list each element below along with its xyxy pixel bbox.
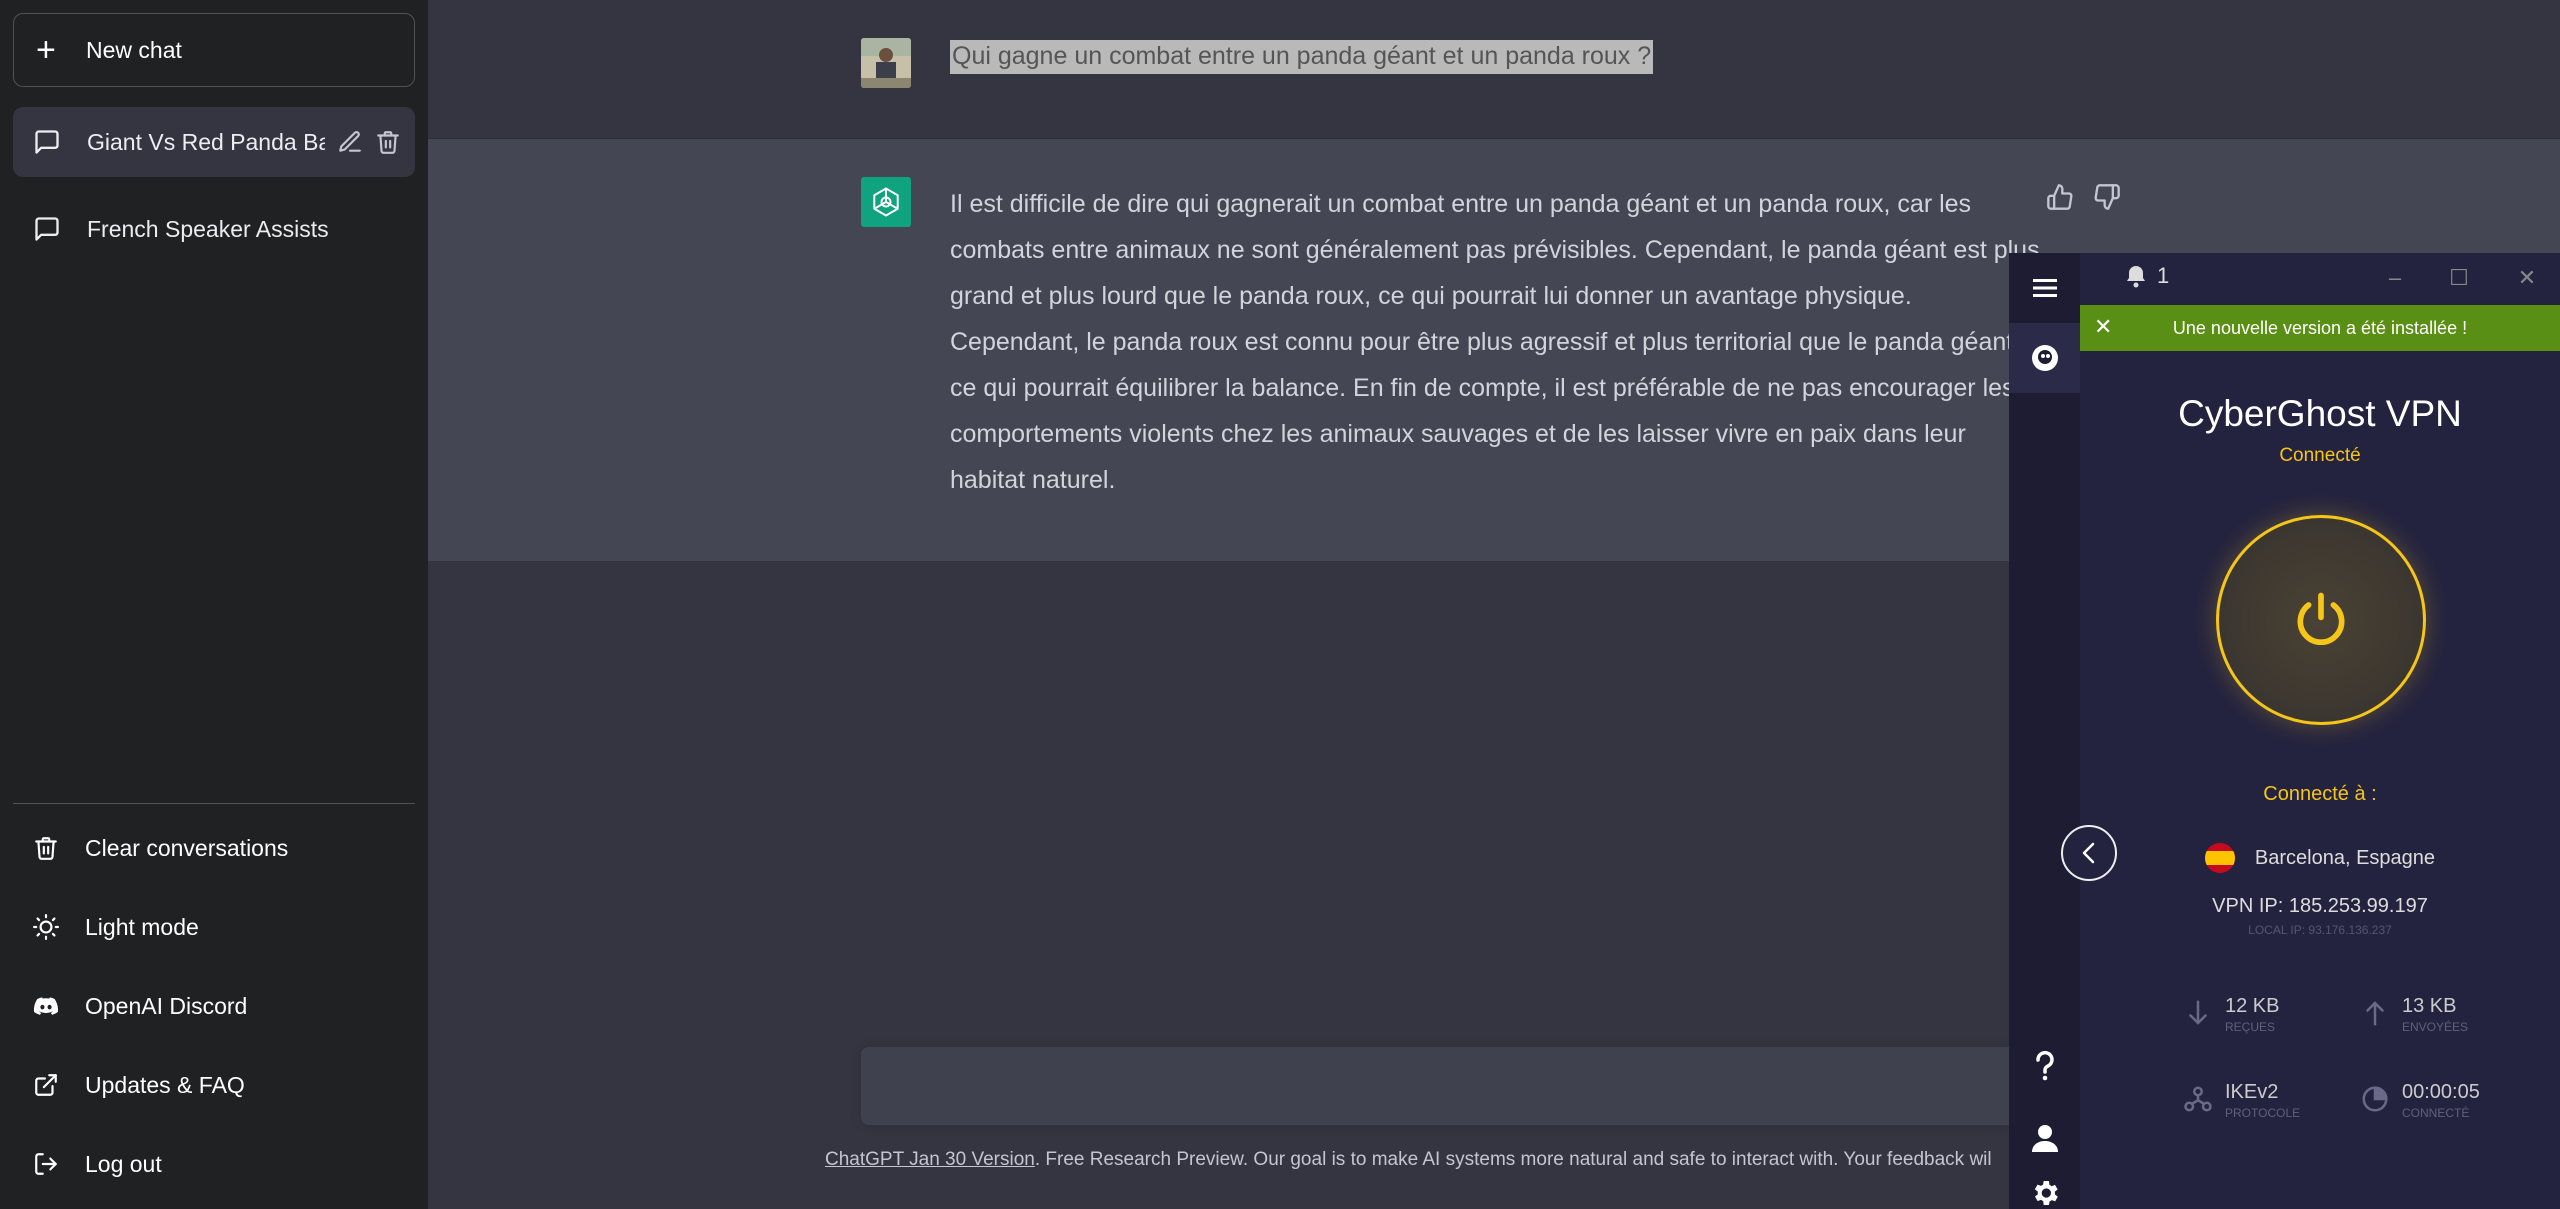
logout-icon bbox=[35, 1153, 57, 1175]
trash-icon bbox=[35, 837, 57, 860]
sidebar-divider bbox=[13, 803, 415, 804]
maximize-button[interactable]: ☐ bbox=[2444, 263, 2474, 293]
vpn-title: CyberGhost VPN bbox=[2178, 393, 2462, 434]
power-button[interactable] bbox=[2216, 515, 2426, 725]
assistant-message-text: Il est difficile de dire qui gagnerait u… bbox=[950, 190, 2040, 494]
user-message-text: Qui gagne un combat entre un panda géant… bbox=[950, 40, 1654, 74]
hamburger-icon[interactable] bbox=[2009, 253, 2080, 323]
conversation-label: French Speaker Assists bbox=[87, 215, 329, 242]
received-label: REÇUES bbox=[2225, 1020, 2276, 1034]
clear-conversations-button[interactable]: Clear conversations bbox=[13, 815, 415, 881]
update-banner: ✕ Une nouvelle version a été installée ! bbox=[2080, 305, 2560, 351]
chat-bubble-icon bbox=[35, 130, 59, 154]
sent-value: 13 KB bbox=[2402, 995, 2457, 1017]
stat-received: 12 KB REÇUES bbox=[2183, 995, 2279, 1034]
new-chat-button[interactable]: + New chat bbox=[13, 13, 415, 87]
stat-time: 00:00:05 CONNECTÉ bbox=[2360, 1081, 2480, 1120]
chat-bubble-icon bbox=[35, 217, 59, 241]
bell-icon bbox=[2127, 266, 2145, 288]
logout-button[interactable]: Log out bbox=[13, 1131, 415, 1197]
power-icon bbox=[2297, 592, 2345, 646]
updates-faq-link[interactable]: Updates & FAQ bbox=[13, 1052, 415, 1118]
vpn-sidebar bbox=[2009, 253, 2080, 1209]
server-location[interactable]: Barcelona, Espagne bbox=[2080, 843, 2560, 873]
openai-logo-icon bbox=[861, 177, 911, 227]
vpn-ip: VPN IP: 185.253.99.197 bbox=[2212, 895, 2428, 917]
stat-sent: 13 KB ENVOYÉES bbox=[2360, 995, 2468, 1034]
notification-count: 1 bbox=[2157, 263, 2170, 288]
plus-icon: + bbox=[36, 31, 56, 69]
discord-label: OpenAI Discord bbox=[85, 992, 248, 1019]
light-mode-button[interactable]: Light mode bbox=[13, 894, 415, 960]
question-icon[interactable] bbox=[2009, 1031, 2080, 1101]
time-label: CONNECTÉ bbox=[2402, 1106, 2470, 1120]
gear-icon[interactable] bbox=[2009, 1175, 2080, 1209]
thumbs-down-icon[interactable] bbox=[2093, 183, 2121, 211]
user-avatar bbox=[861, 38, 911, 88]
time-value: 00:00:05 bbox=[2402, 1081, 2480, 1103]
arrow-down-icon bbox=[2189, 1000, 2207, 1025]
banner-text: Une nouvelle version a été installée ! bbox=[2172, 317, 2468, 338]
message-input[interactable] bbox=[861, 1047, 2051, 1125]
new-chat-label: New chat bbox=[86, 36, 182, 63]
minimize-button[interactable]: – bbox=[2380, 263, 2410, 293]
sun-icon bbox=[33, 914, 59, 940]
conversation-item-active[interactable]: Giant Vs Red Panda Bat bbox=[13, 107, 415, 177]
trash-icon[interactable] bbox=[375, 129, 401, 155]
sent-label: ENVOYÉES bbox=[2402, 1020, 2469, 1034]
pencil-icon[interactable] bbox=[337, 129, 363, 155]
footer-text: . Free Research Preview. Our goal is to … bbox=[1034, 1149, 1992, 1170]
protocol-value: IKEv2 bbox=[2225, 1081, 2279, 1103]
discord-icon bbox=[33, 997, 59, 1015]
footer-note: ChatGPT Jan 30 Version. Free Research Pr… bbox=[825, 1149, 2085, 1171]
notifications[interactable]: 1 bbox=[2125, 263, 2169, 289]
location-label: Barcelona, Espagne bbox=[2254, 846, 2436, 869]
light-mode-label: Light mode bbox=[85, 913, 199, 940]
protocol-label: PROTOCOLE bbox=[2225, 1106, 2301, 1120]
conversation-item[interactable]: French Speaker Assists bbox=[13, 194, 415, 264]
user-icon[interactable] bbox=[2009, 1103, 2080, 1173]
openai-discord-link[interactable]: OpenAI Discord bbox=[13, 973, 415, 1039]
stat-protocol: IKEv2 PROTOCOLE bbox=[2183, 1081, 2300, 1120]
logout-label: Log out bbox=[85, 1150, 162, 1177]
arrow-up-icon bbox=[2366, 1001, 2384, 1026]
vpn-titlebar: 1 – ☐ ✕ bbox=[2080, 253, 2560, 305]
updates-faq-label: Updates & FAQ bbox=[85, 1071, 245, 1098]
cyberghost-window: 1 – ☐ ✕ ✕ Une nouvelle version a été ins… bbox=[2009, 253, 2560, 1209]
protocol-icon bbox=[2184, 1086, 2212, 1112]
close-banner-icon[interactable]: ✕ bbox=[2094, 314, 2112, 340]
clock-icon bbox=[2362, 1086, 2388, 1112]
close-button[interactable]: ✕ bbox=[2512, 263, 2542, 293]
user-message-row: Qui gagne un combat entre un panda géant… bbox=[428, 0, 2560, 139]
connected-to-label: Connecté à : bbox=[2263, 783, 2377, 805]
external-link-icon bbox=[35, 1074, 57, 1096]
spain-flag-icon bbox=[2204, 843, 2235, 873]
vpn-status: Connecté bbox=[2279, 445, 2361, 466]
received-value: 12 KB bbox=[2225, 995, 2280, 1017]
thumbs-up-icon[interactable] bbox=[2046, 183, 2074, 211]
clear-conversations-label: Clear conversations bbox=[85, 834, 289, 861]
ghost-icon[interactable] bbox=[2009, 323, 2080, 393]
version-link[interactable]: ChatGPT Jan 30 Version bbox=[825, 1149, 1035, 1170]
sidebar: + New chat Giant Vs Red Panda Bat French… bbox=[0, 0, 428, 1209]
local-ip: LOCAL IP: 93.176.136.237 bbox=[2248, 923, 2392, 937]
conversation-label: Giant Vs Red Panda Bat bbox=[87, 128, 325, 155]
